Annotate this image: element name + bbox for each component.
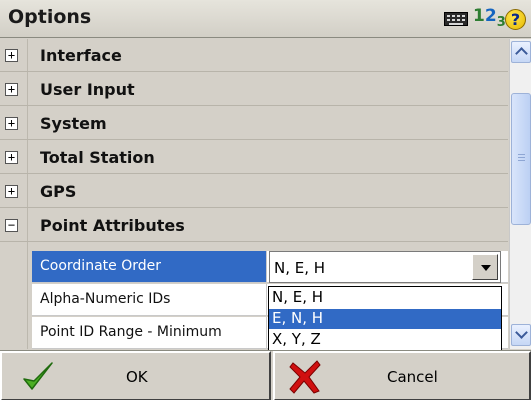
input-mode-icon[interactable]: 123	[473, 6, 506, 30]
button-bar: OK Cancel	[0, 350, 531, 400]
category-label: Total Station	[40, 148, 155, 167]
help-icon[interactable]: ?	[505, 9, 526, 30]
property-label[interactable]: Alpha-Numeric IDs	[32, 284, 267, 316]
dropdown-option[interactable]: X, Y, Z	[269, 330, 501, 350]
expand-icon[interactable]: +	[5, 117, 18, 130]
category-label: System	[40, 114, 107, 133]
category-total-station[interactable]: + Total Station	[0, 141, 508, 174]
category-label: GPS	[40, 182, 77, 201]
expand-icon[interactable]: +	[5, 185, 18, 198]
collapse-icon[interactable]: −	[5, 219, 18, 232]
category-label: Point Attributes	[40, 216, 185, 235]
dropdown-option[interactable]: E, N, H	[269, 309, 501, 329]
keyboard-icon[interactable]	[444, 12, 468, 26]
category-user-input[interactable]: + User Input	[0, 73, 508, 106]
category-label: Interface	[40, 46, 122, 65]
scroll-up-icon[interactable]	[511, 41, 531, 63]
category-system[interactable]: + System	[0, 107, 508, 140]
cancel-label: Cancel	[387, 368, 438, 386]
ok-button[interactable]: OK	[0, 351, 271, 400]
ok-label: OK	[126, 368, 148, 386]
select-value: N, E, H	[274, 259, 326, 277]
expand-icon[interactable]: +	[5, 151, 18, 164]
chevron-down-icon[interactable]	[472, 254, 498, 280]
scroll-down-icon[interactable]	[511, 324, 531, 346]
cancel-button[interactable]: Cancel	[273, 351, 531, 400]
input-mode-digit: 1	[473, 6, 485, 26]
input-mode-digit: 2	[484, 6, 497, 26]
checkmark-icon	[23, 362, 53, 390]
scroll-thumb[interactable]	[511, 93, 531, 225]
category-gps[interactable]: + GPS	[0, 175, 508, 208]
coordinate-order-dropdown[interactable]: N, E, H E, N, H X, Y, Z	[268, 286, 502, 352]
category-point-attributes[interactable]: − Point Attributes	[0, 209, 508, 242]
category-interface[interactable]: + Interface	[0, 39, 508, 72]
dropdown-option[interactable]: N, E, H	[269, 288, 501, 308]
category-label: User Input	[40, 80, 135, 99]
expand-icon[interactable]: +	[5, 49, 18, 62]
vertical-scrollbar[interactable]	[509, 39, 531, 349]
title-bar: Options 123 ?	[0, 0, 531, 38]
property-label[interactable]: Coordinate Order	[32, 251, 267, 283]
window-title: Options	[8, 6, 92, 28]
coordinate-order-select[interactable]: N, E, H	[269, 251, 501, 283]
expand-icon[interactable]: +	[5, 83, 18, 96]
close-icon	[289, 360, 321, 394]
property-label[interactable]: Point ID Range - Minimum	[32, 317, 267, 349]
